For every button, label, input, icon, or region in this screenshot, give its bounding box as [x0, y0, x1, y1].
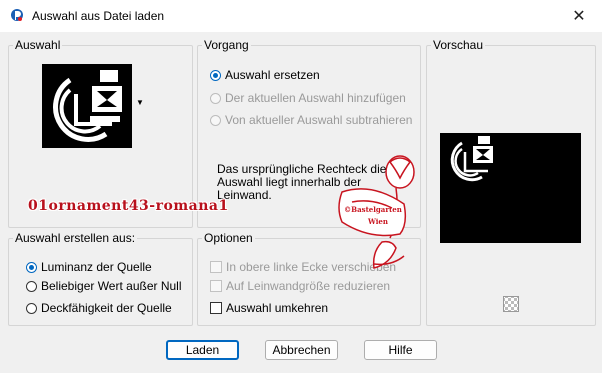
title-bar: Auswahl aus Datei laden ✕ — [0, 0, 602, 32]
auswahl-group-label: Auswahl — [13, 38, 63, 52]
radio-subtract-from-selection[interactable]: Von aktueller Auswahl subtrahieren — [210, 113, 412, 127]
optionen-group-label: Optionen — [202, 231, 255, 245]
checkbox-box — [210, 302, 222, 314]
erstellen-group-label: Auswahl erstellen aus: — [13, 231, 138, 245]
stamp-line-1: ©Bastelgarten — [344, 205, 402, 214]
checkbox-box — [210, 261, 222, 273]
radio-luminance[interactable]: Luminanz der Quelle — [26, 260, 152, 274]
radio-any-non-zero[interactable]: Beliebiger Wert außer Null — [26, 279, 182, 293]
radio-add-to-selection[interactable]: Der aktuellen Auswahl hinzufügen — [210, 91, 406, 105]
radio-replace-selection[interactable]: Auswahl ersetzen — [210, 68, 320, 82]
radio-indicator — [210, 69, 221, 81]
preview-canvas — [440, 133, 581, 243]
checkbox-box — [210, 280, 222, 292]
close-button[interactable]: ✕ — [556, 0, 602, 32]
selection-shape-image — [53, 70, 122, 142]
vorschau-group: Vorschau — [426, 38, 596, 326]
cancel-button[interactable]: Abbrechen — [265, 340, 338, 360]
radio-label: Der aktuellen Auswahl hinzufügen — [225, 91, 406, 105]
radio-indicator — [210, 114, 221, 126]
radio-label: Luminanz der Quelle — [41, 260, 152, 274]
window-title: Auswahl aus Datei laden — [32, 9, 165, 23]
close-icon: ✕ — [572, 8, 586, 25]
transparency-checker-icon[interactable] — [503, 296, 519, 312]
app-logo-icon — [11, 9, 23, 21]
radio-indicator — [26, 280, 37, 292]
rose-stamp-decoration: ©Bastelgarten Wien — [338, 152, 416, 276]
radio-label: Deckfähigkeit der Quelle — [41, 301, 172, 315]
stamp-line-2: Wien — [367, 217, 388, 226]
load-button[interactable]: Laden — [166, 340, 239, 360]
rose-stamp-image: ©Bastelgarten Wien — [338, 155, 415, 269]
dropdown-arrow-icon[interactable]: ▼ — [136, 98, 144, 107]
checkbox-invert-selection[interactable]: Auswahl umkehren — [210, 301, 328, 315]
erstellen-group: Auswahl erstellen aus: Luminanz der Quel… — [8, 231, 193, 326]
radio-indicator — [26, 302, 37, 314]
selection-thumbnail[interactable] — [42, 64, 132, 148]
radio-label: Beliebiger Wert außer Null — [41, 279, 182, 293]
radio-label: Von aktueller Auswahl subtrahieren — [225, 113, 413, 127]
checkbox-crop-to-canvas[interactable]: Auf Leinwandgröße reduzieren — [210, 279, 390, 293]
overlay-filename-text: 01ornament43-romana1 — [28, 198, 229, 214]
vorschau-group-label: Vorschau — [431, 38, 486, 52]
radio-opacity[interactable]: Deckfähigkeit der Quelle — [26, 301, 172, 315]
help-button[interactable]: Hilfe — [364, 340, 437, 360]
radio-indicator — [210, 92, 221, 104]
radio-label: Auswahl ersetzen — [225, 68, 320, 82]
radio-indicator — [26, 261, 37, 273]
preview-shape-image — [450, 136, 493, 182]
checkbox-label: Auf Leinwandgröße reduzieren — [226, 279, 391, 293]
vorgang-group-label: Vorgang — [202, 38, 251, 52]
checkbox-label: Auswahl umkehren — [226, 301, 329, 315]
